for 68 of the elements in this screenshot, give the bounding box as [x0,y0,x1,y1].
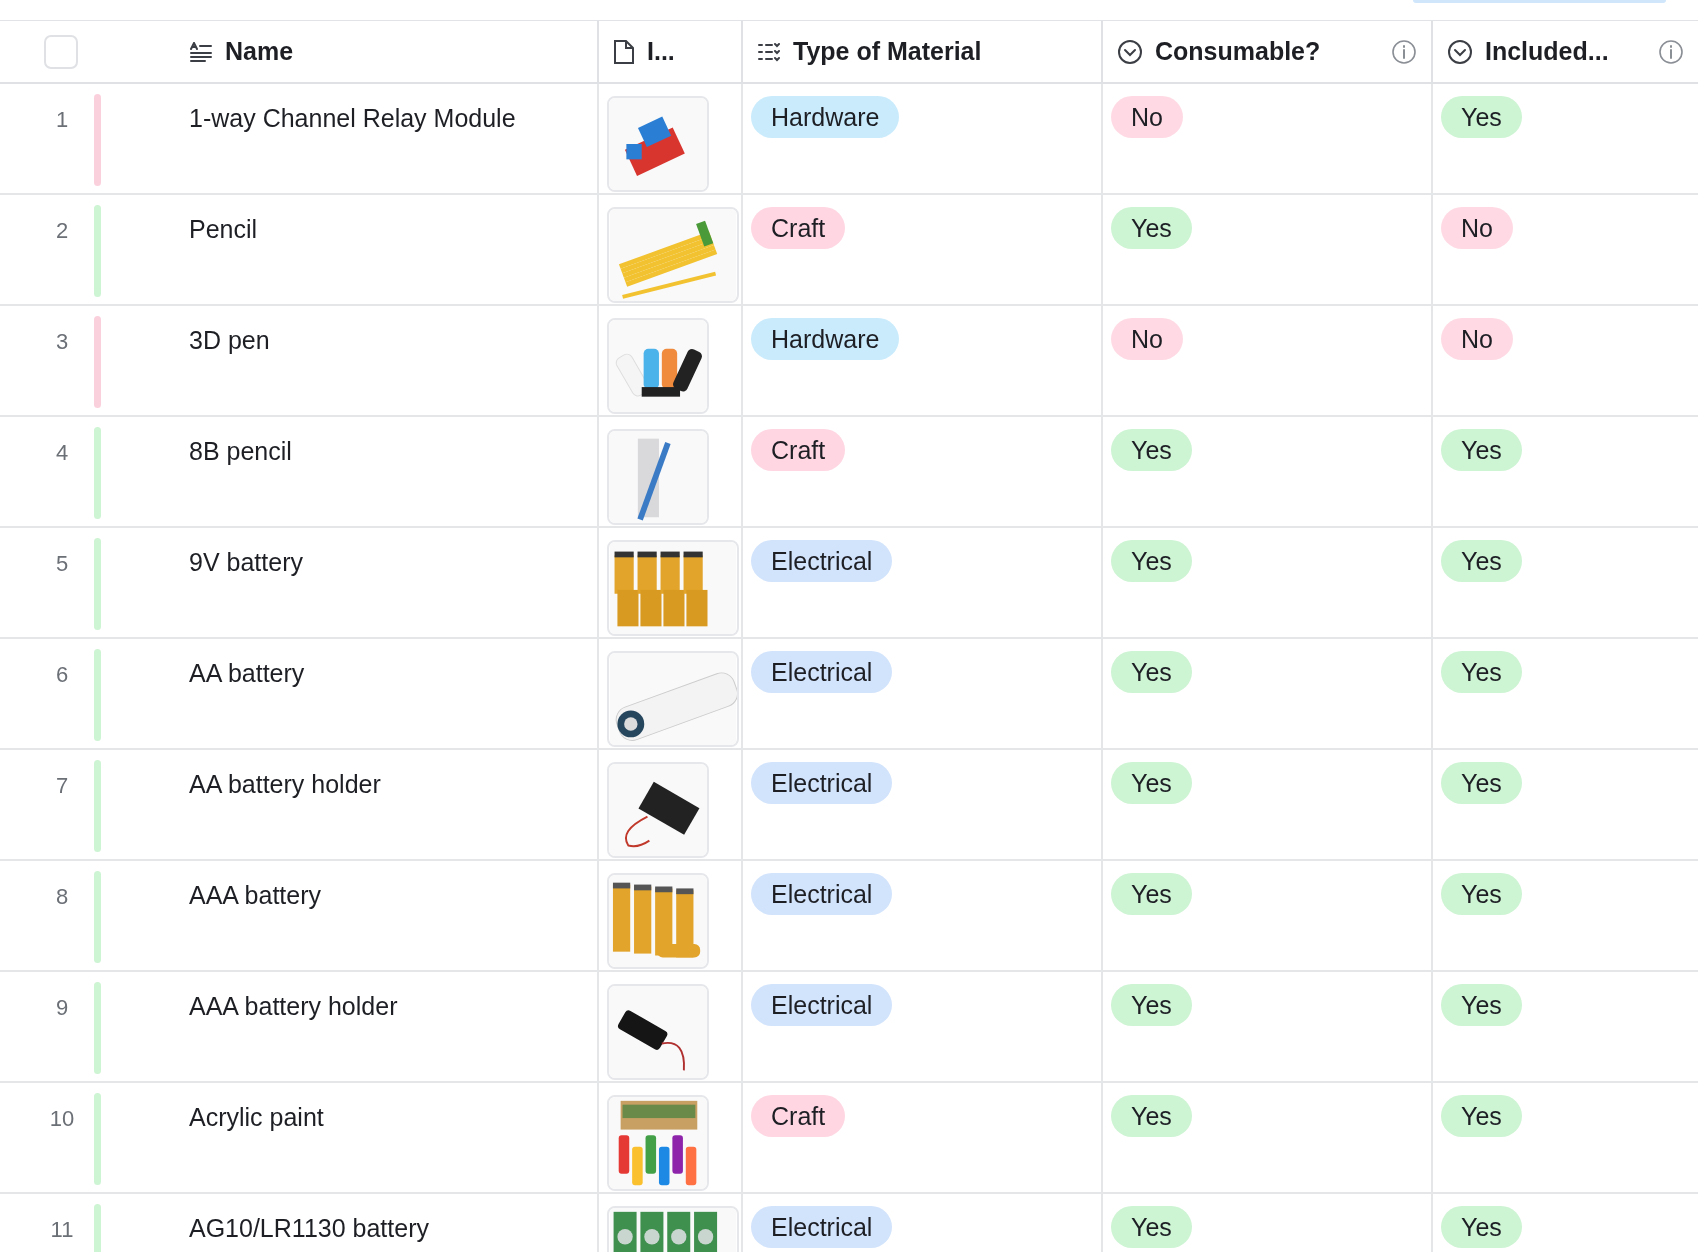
material-tag: Craft [751,1095,846,1137]
yes-no-tag: Yes [1111,984,1192,1026]
yes-no-tag: No [1111,96,1183,138]
item-name: 9V battery [189,547,303,578]
info-icon[interactable] [1391,38,1417,65]
row-number: 3 [54,328,70,356]
item-name: 1-way Channel Relay Module [189,103,516,134]
yes-no-tag: Yes [1441,984,1522,1026]
yes-no-tag: Yes [1111,873,1192,915]
material-tag: Hardware [751,96,900,138]
yes-no-tag: Yes [1111,540,1192,582]
yes-no-tag: No [1111,318,1183,360]
chevron-circle-icon [1447,38,1473,65]
yes-no-tag: No [1441,318,1513,360]
row-number: 2 [54,217,70,245]
yes-no-tag: Yes [1441,429,1522,471]
info-icon[interactable] [1658,38,1684,65]
chevron-circle-icon [1117,38,1143,65]
material-tag: Electrical [751,1206,893,1248]
yes-no-tag: Yes [1441,873,1522,915]
yes-no-tag: Yes [1441,762,1522,804]
item-name: Pencil [189,214,258,245]
yes-no-tag: Yes [1441,96,1522,138]
row-number: 7 [54,772,70,800]
item-name: AA battery [189,658,305,689]
item-name: AAA battery [189,880,322,911]
yes-no-tag: Yes [1111,1206,1192,1248]
select-all-checkbox[interactable] [44,34,78,69]
yes-no-tag: Yes [1111,762,1192,804]
column-header[interactable]: I... [647,32,675,71]
yes-no-tag: Yes [1111,429,1192,471]
yes-no-tag: Yes [1441,540,1522,582]
material-tag: Hardware [751,318,900,360]
material-tag: Electrical [751,540,893,582]
row-number: 5 [54,550,70,578]
row-number: 1 [54,106,70,134]
item-name: 8B pencil [189,436,292,467]
row-number: 8 [54,883,70,911]
column-header[interactable]: Type of Material [793,32,982,71]
row-number: 4 [54,439,70,467]
item-name: AA battery holder [189,769,381,800]
column-header[interactable]: Consumable? [1155,32,1321,71]
material-tag: Electrical [751,984,893,1026]
item-name: 3D pen [189,325,270,356]
item-name: Acrylic paint [189,1102,324,1133]
row-number: 6 [54,661,70,689]
row-number: 10 [48,1105,76,1133]
row-number: 9 [54,994,70,1022]
document-icon [613,38,635,65]
material-tag: Craft [751,429,846,471]
yes-no-tag: No [1441,207,1513,249]
yes-no-tag: Yes [1441,1206,1522,1248]
column-header[interactable]: Included... [1485,32,1609,71]
yes-no-tag: Yes [1111,651,1192,693]
material-tag: Electrical [751,873,893,915]
row-number: 11 [49,1216,75,1244]
material-tag: Electrical [751,651,893,693]
yes-no-tag: Yes [1441,651,1522,693]
list-icon [757,41,781,62]
material-tag: Electrical [751,762,893,804]
yes-no-tag: Yes [1441,1095,1522,1137]
yes-no-tag: Yes [1111,207,1192,249]
item-name: AAA battery holder [189,991,398,1022]
material-tag: Craft [751,207,846,249]
column-header[interactable]: Name [225,32,294,71]
item-name: AG10/LR1130 battery [189,1213,429,1244]
lines-icon [189,41,213,62]
yes-no-tag: Yes [1111,1095,1192,1137]
